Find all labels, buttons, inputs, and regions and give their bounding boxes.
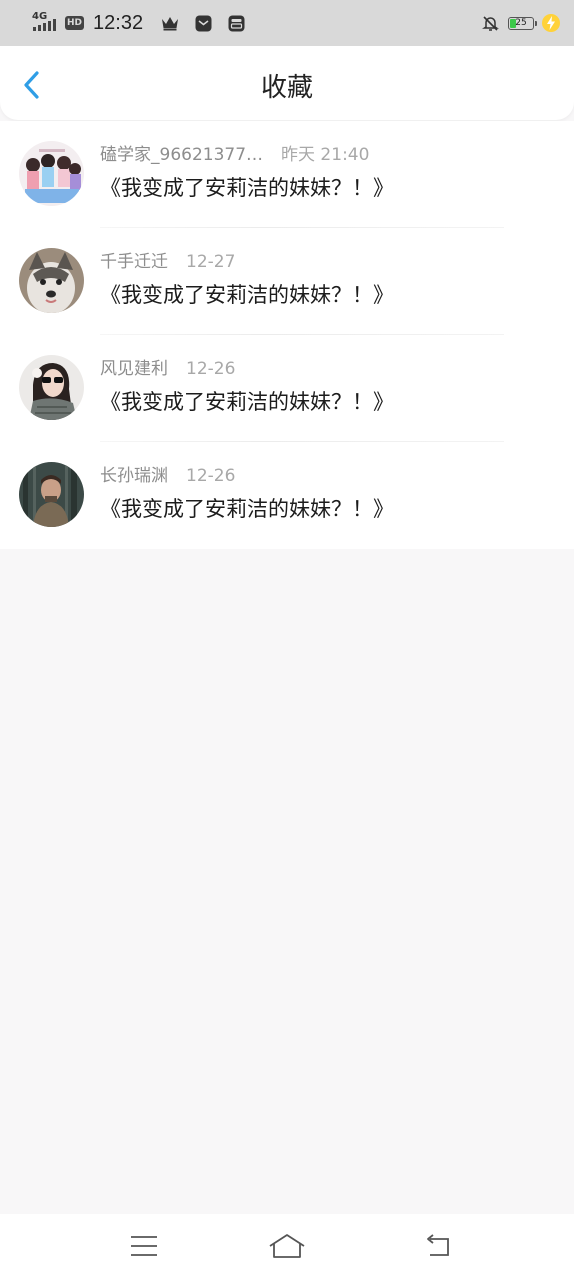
signal-indicator: 4G: [30, 11, 58, 35]
item-meta: 千手迁迁 12-27: [100, 250, 235, 274]
mail-icon: [193, 14, 213, 32]
battery-icon: 25: [508, 16, 537, 30]
system-nav-bar: [0, 1214, 574, 1280]
favorites-list: 磕学家_96621377… 昨天 21:40 《我变成了安莉洁的妹妹？！》 千手…: [0, 121, 574, 549]
signal-bars-icon: [33, 19, 56, 31]
group-cartoon-avatar-icon: [19, 141, 84, 206]
husky-avatar-icon: [19, 248, 84, 313]
item-title[interactable]: 《我变成了安莉洁的妹妹？！》: [100, 494, 394, 524]
status-bar-right: 25: [480, 14, 560, 32]
back-nav-button[interactable]: [415, 1229, 459, 1263]
item-time: 12-27: [186, 252, 236, 272]
battery-level: 25: [515, 17, 527, 28]
menu-icon: [131, 1236, 157, 1256]
charging-icon: [542, 14, 560, 32]
avatar[interactable]: [19, 141, 84, 206]
page-title: 收藏: [260, 73, 313, 103]
item-time: 12-26: [186, 359, 236, 379]
list-item[interactable]: 风见建利 12-26 《我变成了安莉洁的妹妹？！》: [0, 335, 574, 442]
item-time: 昨天 21:40: [281, 145, 370, 165]
top-app-bar: 收藏: [0, 46, 574, 120]
woman-sunglasses-avatar-icon: [19, 355, 84, 420]
item-title[interactable]: 《我变成了安莉洁的妹妹？！》: [100, 173, 394, 203]
item-username[interactable]: 千手迁迁: [100, 250, 168, 274]
mute-bell-icon: [480, 14, 500, 32]
avatar[interactable]: [19, 248, 84, 313]
item-username[interactable]: 风见建利: [100, 357, 168, 381]
item-meta: 磕学家_96621377… 昨天 21:40: [100, 143, 369, 167]
item-title[interactable]: 《我变成了安莉洁的妹妹？！》: [100, 280, 394, 310]
back-icon: [427, 1234, 449, 1256]
item-title[interactable]: 《我变成了安莉洁的妹妹？！》: [100, 387, 394, 417]
man-forest-avatar-icon: [19, 462, 84, 527]
status-bar: 4G HD 12:32 25: [0, 0, 574, 46]
home-icon: [269, 1234, 305, 1258]
item-meta: 风见建利 12-26: [100, 357, 235, 381]
avatar[interactable]: [19, 355, 84, 420]
list-item[interactable]: 千手迁迁 12-27 《我变成了安莉洁的妹妹？！》: [0, 228, 574, 335]
avatar[interactable]: [19, 462, 84, 527]
home-button[interactable]: [265, 1229, 309, 1263]
status-time: 12:32: [93, 11, 144, 34]
menu-button[interactable]: [122, 1229, 166, 1263]
sim-card-icon: [226, 14, 246, 32]
list-item[interactable]: 磕学家_96621377… 昨天 21:40 《我变成了安莉洁的妹妹？！》: [0, 121, 574, 228]
status-bar-left: 4G HD 12:32: [30, 11, 252, 35]
item-meta: 长孙瑞渊 12-26: [100, 464, 235, 488]
crown-icon: [160, 14, 180, 32]
item-username[interactable]: 长孙瑞渊: [100, 464, 168, 488]
item-time: 12-26: [186, 466, 236, 486]
list-item[interactable]: 长孙瑞渊 12-26 《我变成了安莉洁的妹妹？！》: [0, 442, 574, 549]
hd-badge: HD: [65, 16, 85, 30]
item-username[interactable]: 磕学家_96621377…: [100, 143, 263, 167]
